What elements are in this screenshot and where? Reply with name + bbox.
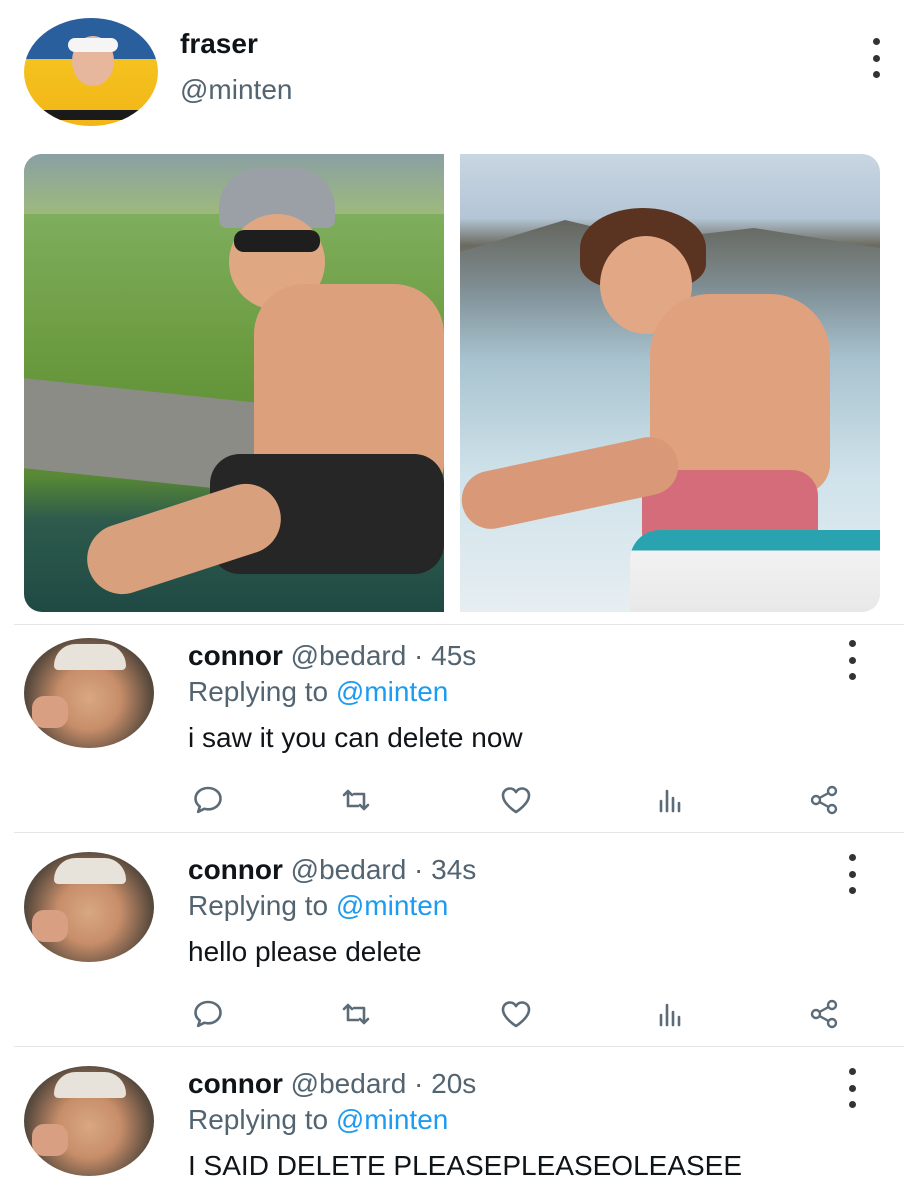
replying-to-label: Replying to bbox=[188, 1104, 336, 1135]
replying-to-label: Replying to bbox=[188, 890, 336, 921]
replying-to-mention[interactable]: @minten bbox=[336, 890, 448, 921]
more-vertical-icon[interactable] bbox=[866, 38, 886, 78]
post-media bbox=[24, 154, 880, 612]
more-vertical-icon[interactable] bbox=[842, 640, 862, 680]
heart-icon[interactable] bbox=[496, 994, 536, 1034]
reply-header: connor @bedard · 34s bbox=[188, 854, 476, 886]
reply-header: connor @bedard · 20s bbox=[188, 1068, 476, 1100]
replying-to-label: Replying to bbox=[188, 676, 336, 707]
avatar-jersey-stripe bbox=[24, 110, 158, 120]
share-icon[interactable] bbox=[804, 994, 844, 1034]
divider bbox=[14, 624, 904, 625]
heart-icon[interactable] bbox=[496, 780, 536, 820]
avatar-hand bbox=[32, 910, 68, 942]
comment-icon[interactable] bbox=[188, 780, 228, 820]
author-avatar[interactable] bbox=[24, 18, 158, 126]
reply-author-name[interactable]: connor bbox=[188, 854, 283, 885]
author-handle[interactable]: @minten bbox=[180, 74, 292, 106]
reply-meta: @bedard · 34s bbox=[290, 854, 477, 885]
reply-avatar[interactable] bbox=[24, 1066, 154, 1176]
post-photo-left[interactable] bbox=[24, 154, 444, 612]
avatar-cap bbox=[54, 1072, 126, 1098]
reply-meta: @bedard · 45s bbox=[290, 640, 477, 671]
reply-author-name[interactable]: connor bbox=[188, 640, 283, 671]
replying-to: Replying to @minten bbox=[188, 890, 448, 922]
post-photo-right[interactable] bbox=[460, 154, 880, 612]
more-vertical-icon[interactable] bbox=[842, 1068, 862, 1108]
avatar-cap bbox=[54, 644, 126, 670]
reply-actions bbox=[0, 994, 916, 1034]
replying-to-mention[interactable]: @minten bbox=[336, 676, 448, 707]
reply-text: i saw it you can delete now bbox=[188, 722, 523, 753]
post-header: fraser @minten bbox=[0, 0, 916, 150]
avatar-hand bbox=[32, 696, 68, 728]
replying-to: Replying to @minten bbox=[188, 676, 448, 708]
reply-meta: @bedard · 20s bbox=[290, 1068, 477, 1099]
analytics-icon[interactable] bbox=[650, 780, 690, 820]
avatar-hand bbox=[32, 1124, 68, 1156]
reply-text: hello please delete bbox=[188, 936, 422, 967]
photo-legs bbox=[78, 474, 290, 604]
reply-actions bbox=[0, 780, 916, 820]
analytics-icon[interactable] bbox=[650, 994, 690, 1034]
replying-to: Replying to @minten bbox=[188, 1104, 448, 1136]
reply-avatar[interactable] bbox=[24, 852, 154, 962]
avatar-cap bbox=[54, 858, 126, 884]
photo-boat-seat bbox=[630, 530, 880, 612]
reply-avatar[interactable] bbox=[24, 638, 154, 748]
replying-to-mention[interactable]: @minten bbox=[336, 1104, 448, 1135]
retweet-icon[interactable] bbox=[336, 780, 376, 820]
reply-author-name[interactable]: connor bbox=[188, 1068, 283, 1099]
reply-text: I SAID DELETE PLEASEPLEASEOLEASEE bbox=[188, 1150, 743, 1181]
retweet-icon[interactable] bbox=[336, 994, 376, 1034]
avatar-headband bbox=[68, 38, 118, 52]
comment-icon[interactable] bbox=[188, 994, 228, 1034]
more-vertical-icon[interactable] bbox=[842, 854, 862, 894]
divider bbox=[14, 832, 904, 833]
reply-header: connor @bedard · 45s bbox=[188, 640, 476, 672]
divider bbox=[14, 1046, 904, 1047]
photo-sunglasses bbox=[234, 230, 320, 252]
share-icon[interactable] bbox=[804, 780, 844, 820]
author-name[interactable]: fraser bbox=[180, 28, 258, 60]
